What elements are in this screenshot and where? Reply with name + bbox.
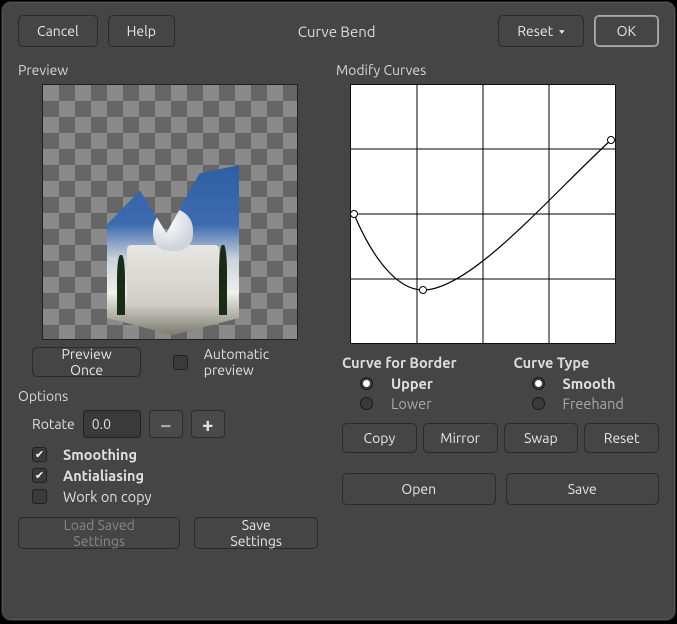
mirror-button[interactable]: Mirror [423,423,498,453]
copy-button[interactable]: Copy [342,423,417,453]
save-settings-button[interactable]: Save Settings [194,517,318,549]
smooth-label: Smooth [563,375,616,392]
dialog-title: Curve Bend [185,23,488,40]
titlebar: Cancel Help Curve Bend Reset ▾ OK [18,14,659,48]
work-on-copy-label: Work on copy [63,488,152,505]
rotate-label: Rotate [32,416,75,432]
chevron-down-icon: ▾ [559,26,565,35]
save-button[interactable]: Save [506,473,660,505]
upper-radio[interactable] [360,377,373,390]
preview-canvas [42,84,298,340]
rotate-input[interactable]: 0.0 [83,410,141,438]
curve-type-heading: Curve Type [514,354,660,371]
cancel-button[interactable]: Cancel [18,15,98,47]
preview-once-button[interactable]: Preview Once [32,347,141,377]
help-button[interactable]: Help [108,15,175,47]
curve-reset-button[interactable]: Reset [584,423,659,453]
freehand-radio[interactable] [532,397,545,410]
open-button[interactable]: Open [342,473,496,505]
reset-label: Reset [517,23,553,39]
ok-button[interactable]: OK [594,15,659,47]
automatic-preview-checkbox[interactable] [173,355,188,370]
upper-label: Upper [391,375,433,392]
modify-curves-heading: Modify Curves [336,62,659,78]
work-on-copy-checkbox[interactable] [32,489,47,504]
swap-button[interactable]: Swap [504,423,579,453]
options-heading: Options [18,388,318,404]
lower-radio[interactable] [360,397,373,410]
smoothing-checkbox[interactable] [32,447,47,462]
rotate-increment[interactable]: + [191,410,225,438]
rotate-decrement[interactable]: − [149,410,183,438]
reset-dropdown-button[interactable]: Reset ▾ [498,15,583,47]
curve-editor[interactable] [350,84,616,344]
antialiasing-label: Antialiasing [63,467,144,484]
automatic-preview-label: Automatic preview [204,346,318,378]
freehand-label: Freehand [563,395,624,412]
curve-border-heading: Curve for Border [342,354,488,371]
preview-image [107,165,239,335]
load-saved-settings-button[interactable]: Load Saved Settings [18,517,180,549]
antialiasing-checkbox[interactable] [32,468,47,483]
preview-heading: Preview [18,62,318,78]
lower-label: Lower [391,395,432,412]
smoothing-label: Smoothing [63,446,137,463]
smooth-radio[interactable] [532,377,545,390]
dialog-window: Cancel Help Curve Bend Reset ▾ OK Previe… [1,1,676,621]
